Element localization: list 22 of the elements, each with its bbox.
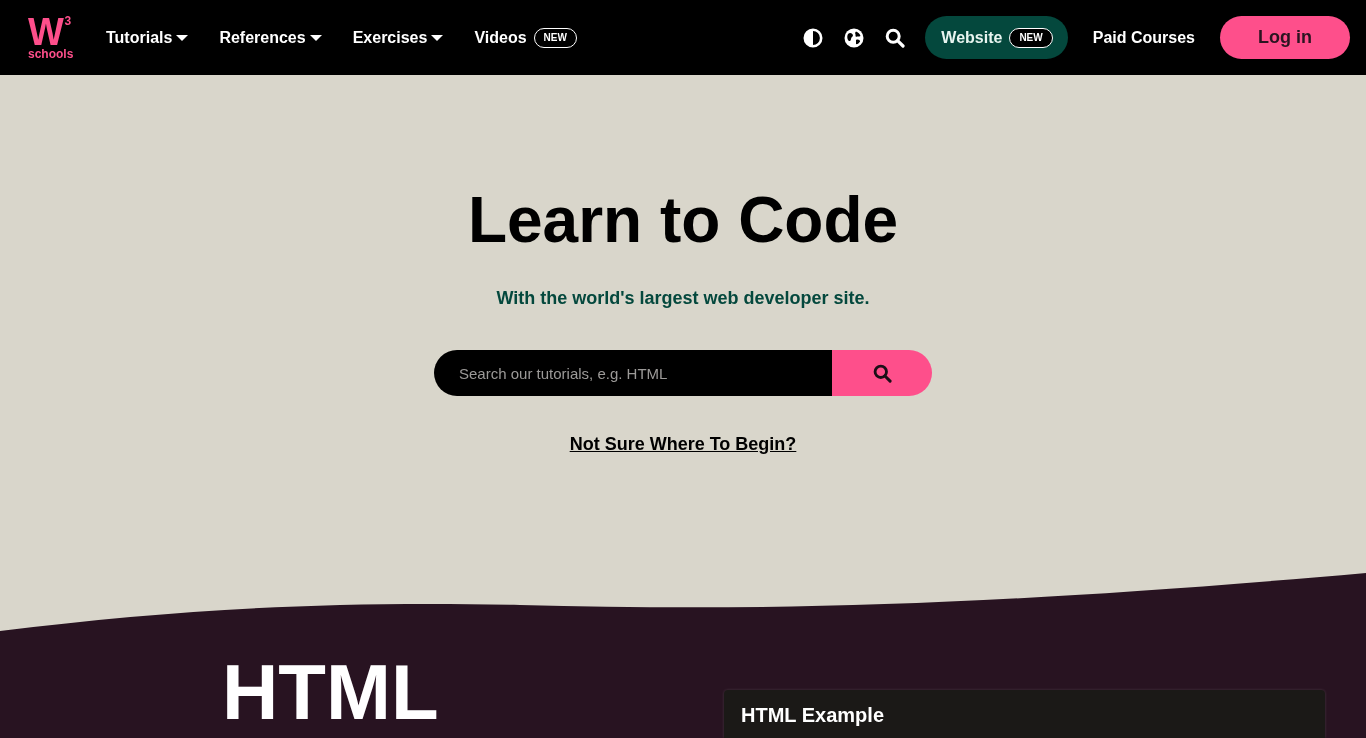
- search-icon[interactable]: [885, 27, 906, 48]
- contrast-icon[interactable]: [803, 27, 824, 48]
- website-button[interactable]: Website NEW: [925, 16, 1068, 59]
- hero-title: Learn to Code: [467, 183, 899, 258]
- search-field[interactable]: Search our tutorials, e.g. HTML: [434, 350, 832, 396]
- caret-icon: [309, 34, 322, 41]
- search-button[interactable]: [832, 350, 932, 396]
- not-sure-link[interactable]: Not Sure Where To Begin?: [569, 430, 797, 459]
- paid-courses-link[interactable]: Paid Courses: [1092, 28, 1195, 47]
- globe-icon[interactable]: [844, 27, 865, 48]
- nav-menu-item[interactable]: Exercises: [352, 28, 444, 47]
- login-button[interactable]: Log in: [1220, 16, 1350, 59]
- nav-menu-item[interactable]: References: [219, 28, 322, 47]
- section-heading: HTML: [222, 653, 440, 731]
- caret-icon: [431, 34, 444, 41]
- nav-menu-item[interactable]: Videos NEW: [474, 27, 577, 48]
- hero-subtitle: With the world's largest web developer site.: [496, 287, 870, 310]
- search-icon: [872, 363, 892, 383]
- caret-icon: [176, 34, 189, 41]
- card-title: HTML Example: [741, 703, 885, 727]
- new-badge: NEW: [1009, 27, 1053, 48]
- nav-menu-item[interactable]: Tutorials: [106, 28, 189, 47]
